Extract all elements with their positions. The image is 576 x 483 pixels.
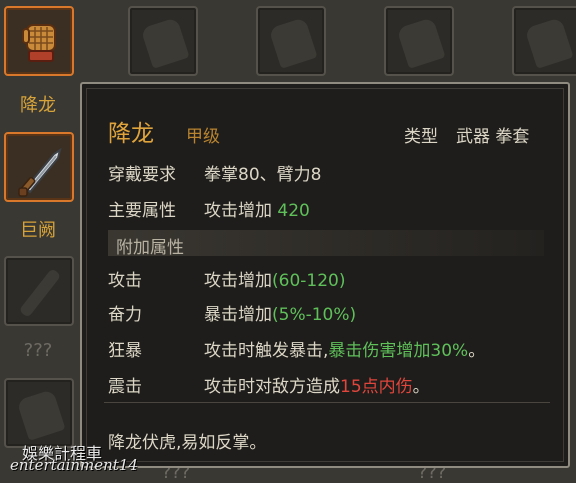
attr-row: 攻击增加(60-120): [204, 266, 345, 291]
gauntlet-icon: [22, 24, 56, 62]
requirement-label: 穿戴要求: [108, 165, 176, 185]
slot-label: 巨阙: [20, 220, 56, 241]
attr-value: (60-120): [272, 271, 346, 291]
inventory-slot-xianglong[interactable]: [4, 6, 74, 76]
attr-row: 暴击增加(5%-10%): [204, 300, 356, 325]
locked-item-icon: [524, 17, 574, 69]
item-type-value: 武器 拳套: [456, 127, 530, 147]
attr-value: 15点内伤: [340, 377, 413, 397]
watermark-subtitle: entertainment14: [10, 456, 138, 474]
attr-value: (5%-10%): [272, 305, 357, 325]
attr-text: 攻击时对敌方造成: [204, 377, 340, 397]
locked-item-icon: [16, 389, 66, 441]
attr-text: 攻击时触发暴击,: [204, 341, 329, 361]
main-attr-label: 主要属性: [108, 201, 176, 221]
locked-item-icon: [268, 17, 318, 69]
attr-tail: 。: [412, 377, 430, 397]
main-attr-text: 攻击增加 420: [204, 196, 310, 221]
attr-name: 攻击: [108, 271, 142, 291]
sword-icon: [18, 147, 62, 197]
item-grade: 甲级: [186, 127, 220, 147]
attr-row: 攻击时对敌方造成15点内伤。: [204, 372, 430, 397]
attr-tail: 。: [468, 341, 486, 361]
inventory-slot-locked[interactable]: [512, 6, 576, 76]
item-name: 降龙: [108, 121, 154, 147]
main-attr-value: 420: [277, 201, 310, 221]
divider: [104, 402, 550, 403]
requirement-value: 拳掌80、臂力8: [204, 165, 322, 185]
inventory-slot-locked[interactable]: [128, 6, 198, 76]
attr-row: 攻击时触发暴击,暴击伤害增加30%。: [204, 336, 485, 361]
slot-label: 降龙: [20, 95, 56, 116]
attr-text: 暴击增加: [204, 305, 272, 325]
item-tooltip: 降龙 甲级 类型 武器 拳套 穿戴要求 拳掌80、臂力8 主要属性 攻击增加 4…: [80, 82, 570, 468]
inventory-slot-locked[interactable]: [256, 6, 326, 76]
attr-value: 暴击伤害增加30%: [328, 341, 469, 361]
item-description: 降龙伏虎,易如反掌。: [108, 433, 267, 453]
inventory-slot-locked[interactable]: [4, 256, 74, 326]
attr-name: 震击: [108, 377, 142, 397]
inventory-slot-locked[interactable]: [4, 378, 74, 448]
main-attr-desc: 攻击增加: [204, 201, 272, 221]
item-type-label: 类型: [404, 127, 438, 147]
slot-label: ???: [23, 340, 53, 361]
attr-name: 狂暴: [108, 341, 142, 361]
locked-item-icon: [18, 268, 62, 318]
locked-item-icon: [140, 17, 190, 69]
inventory-slot-juque[interactable]: [4, 132, 74, 202]
locked-item-icon: [396, 17, 446, 69]
attr-name: 奋力: [108, 305, 142, 325]
attr-text: 攻击增加: [204, 271, 272, 291]
inventory-slot-locked[interactable]: [384, 6, 454, 76]
extra-attr-header: 附加属性: [116, 238, 184, 258]
